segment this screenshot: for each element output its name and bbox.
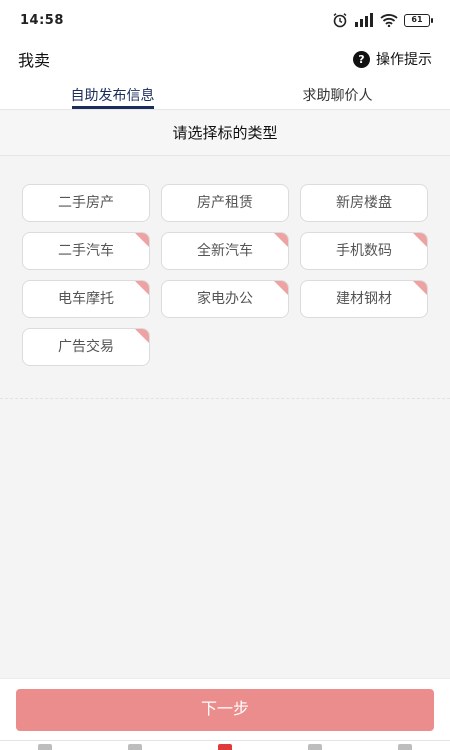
type-used-car[interactable]: 二手汽车 [22, 232, 150, 270]
section-title: 请选择标的类型 [0, 111, 450, 156]
type-second-hand-house[interactable]: 二手房产 [22, 184, 150, 222]
footer: 下一步 [0, 678, 450, 740]
type-phone-digital[interactable]: 手机数码 [300, 232, 428, 270]
home-icon[interactable] [38, 744, 52, 750]
type-e-bike-motorcycle[interactable]: 电车摩托 [22, 280, 150, 318]
tab-ask-negotiator[interactable]: 求助聊价人 [225, 78, 450, 109]
tab-bar: 自助发布信息 求助聊价人 [0, 78, 450, 110]
type-appliance-office[interactable]: 家电办公 [161, 280, 289, 318]
list-icon[interactable] [128, 744, 142, 750]
status-time: 14:58 [20, 12, 64, 28]
help-button[interactable]: ? 操作提示 [353, 49, 432, 69]
signal-icon [354, 13, 374, 27]
message-icon[interactable] [308, 744, 322, 750]
type-new-property[interactable]: 新房楼盘 [300, 184, 428, 222]
next-step-button[interactable]: 下一步 [16, 689, 434, 731]
type-grid: 二手房产 房产租赁 新房楼盘 二手汽车 全新汽车 手机数码 电车摩托 家电办公 … [22, 184, 428, 366]
page-title: 我卖 [18, 51, 51, 70]
question-icon: ? [353, 50, 370, 68]
battery-icon: 61 [404, 13, 433, 27]
status-bar: 14:58 61 [0, 0, 450, 40]
help-label: 操作提示 [376, 52, 432, 68]
type-new-car[interactable]: 全新汽车 [161, 232, 289, 270]
profile-icon[interactable] [398, 744, 412, 750]
divider [0, 398, 450, 399]
sell-icon[interactable] [218, 744, 232, 750]
status-icons: 61 [332, 12, 433, 28]
type-house-rental[interactable]: 房产租赁 [161, 184, 289, 222]
type-advertising[interactable]: 广告交易 [22, 328, 150, 366]
bottom-nav [0, 740, 450, 750]
wifi-icon [380, 13, 398, 27]
header: 我卖 ? 操作提示 [0, 40, 450, 78]
alarm-icon [332, 12, 348, 28]
tab-self-publish[interactable]: 自助发布信息 [0, 78, 225, 109]
type-building-materials[interactable]: 建材钢材 [300, 280, 428, 318]
